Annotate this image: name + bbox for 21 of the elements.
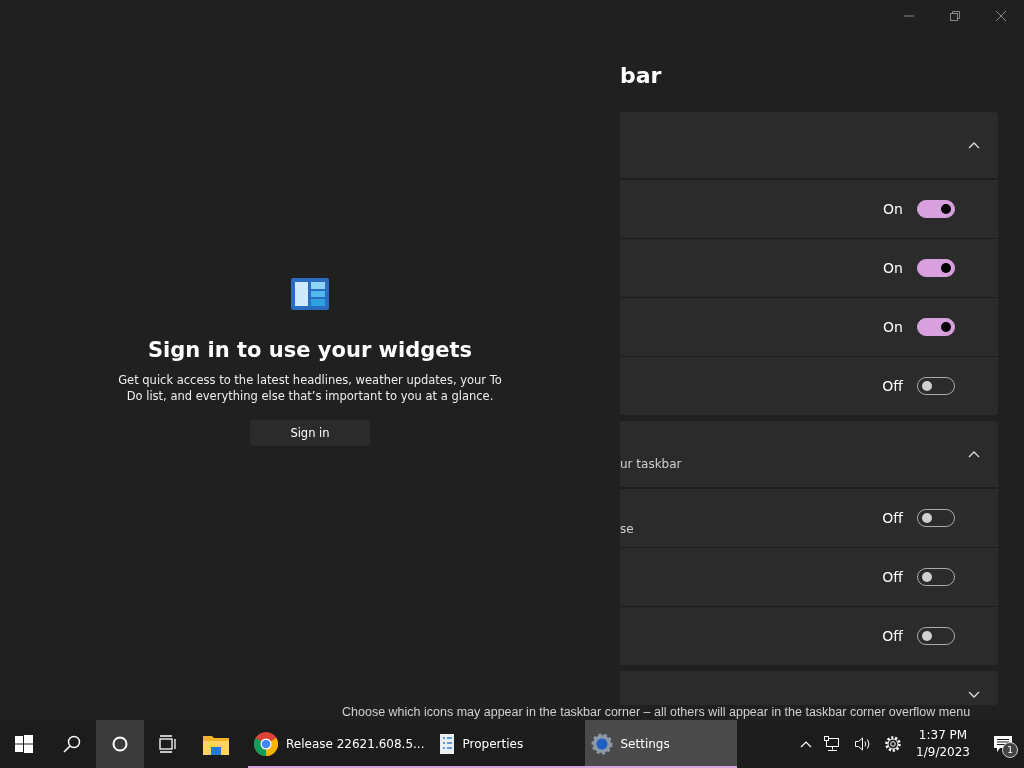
notification-count-badge: 1 <box>1002 742 1018 758</box>
setting-description: se <box>620 522 634 536</box>
toggle-state-label: Off <box>882 569 903 585</box>
widgets-description: Get quick access to the latest headlines, weather updates, your To Do list, and everything else that’s important to you at a glance. <box>117 372 503 404</box>
group-description: Choose which icons may appear in the taskbar corner – all others will appear in the taskbar corner overflow menu <box>342 705 971 719</box>
taskbar-button[interactable]: Properties <box>432 720 585 768</box>
notification-button[interactable]: 1 <box>986 720 1020 768</box>
clock-time: 1:37 PM <box>918 727 968 744</box>
taskbar-button[interactable]: Settings <box>584 720 737 768</box>
clock-date: 1/9/2023 <box>916 744 970 761</box>
sign-in-button[interactable]: Sign in <box>250 420 370 446</box>
page-title: bar <box>620 62 663 90</box>
toggle-state-label: Off <box>882 378 903 394</box>
toggle-state-label: On <box>883 260 903 276</box>
widgets-heading: Sign in to use your widgets <box>147 338 472 362</box>
toggle-state-label: Off <box>882 510 903 526</box>
group-description: ur taskbar <box>620 457 682 471</box>
taskbar-button[interactable]: Release 22621.608.5... <box>248 720 433 768</box>
toggle-state-label: Off <box>882 628 903 644</box>
toggle-state-label: On <box>883 319 903 335</box>
toggle-state-label: On <box>883 201 903 217</box>
